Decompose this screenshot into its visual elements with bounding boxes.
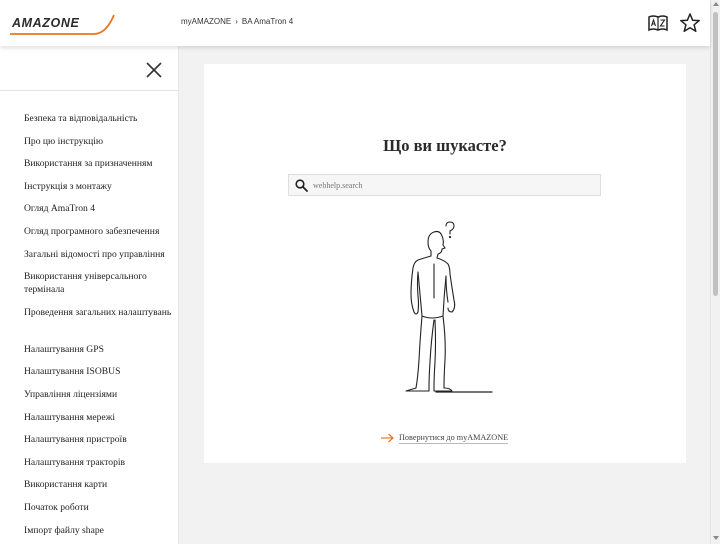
sidebar-item-start-work[interactable]: Початок роботи — [24, 501, 176, 524]
sidebar-item-isobus-settings[interactable]: Налаштування ISOBUS — [24, 365, 176, 388]
sidebar-item-safety[interactable]: Безпека та відповідальність — [24, 112, 176, 135]
back-link-text[interactable]: Повернутися до myAMAZONE — [399, 433, 509, 444]
logo-swoosh-icon — [10, 14, 115, 35]
sidebar-item-tractor-settings[interactable]: Налаштування тракторів — [24, 456, 176, 479]
sidebar-item-about-manual[interactable]: Про цю інструкцію — [24, 135, 176, 158]
top-header: AMAZONE myAMAZONE › BA AmaTron 4 — [0, 0, 710, 46]
close-icon[interactable] — [144, 60, 164, 80]
search-input[interactable] — [313, 177, 595, 194]
search-box[interactable] — [288, 174, 601, 196]
page-scrollbar[interactable] — [710, 0, 720, 544]
sidebar: Безпека та відповідальність Про цю інстр… — [0, 46, 179, 544]
arrow-right-icon — [381, 433, 394, 443]
sidebar-item-general-settings[interactable]: Проведення загальних налаштувань — [24, 306, 176, 342]
sidebar-item-overview-amatron[interactable]: Огляд AmaTron 4 — [24, 202, 176, 225]
sidebar-item-general-operation[interactable]: Загальні відомості про управління — [24, 248, 176, 271]
sidebar-item-using-map[interactable]: Використання карти — [24, 478, 176, 501]
az-dictionary-icon[interactable] — [647, 12, 669, 34]
breadcrumb-separator: › — [235, 17, 238, 26]
sidebar-item-import-shape[interactable]: Імпорт файлу shape — [24, 524, 176, 544]
sidebar-item-licenses[interactable]: Управління ліцензіями — [24, 388, 176, 411]
scroll-down-arrow-icon[interactable] — [713, 536, 719, 540]
sidebar-nav: Безпека та відповідальність Про цю інстр… — [24, 112, 176, 544]
sidebar-item-mounting[interactable]: Інструкція з монтажу — [24, 180, 176, 203]
sidebar-item-device-settings[interactable]: Налаштування пристроїв — [24, 433, 176, 456]
page-title: Що ви шукасте? — [383, 136, 507, 155]
star-icon[interactable] — [679, 12, 701, 34]
search-icon — [295, 179, 308, 192]
breadcrumb-myamazone[interactable]: myAMAZONE — [181, 17, 231, 26]
person-question-illustration — [405, 221, 493, 393]
amazone-logo[interactable]: AMAZONE — [10, 12, 116, 38]
sidebar-item-intended-use[interactable]: Використання за призначенням — [24, 157, 176, 180]
scroll-up-arrow-icon[interactable] — [713, 2, 719, 6]
sidebar-item-network-settings[interactable]: Налаштування мережі — [24, 411, 176, 434]
sidebar-divider — [0, 90, 179, 91]
breadcrumb: myAMAZONE › BA AmaTron 4 — [181, 17, 293, 26]
breadcrumb-ba-amatron[interactable]: BA AmaTron 4 — [242, 17, 293, 26]
sidebar-item-universal-terminal[interactable]: Використання універсального термінала — [24, 270, 176, 306]
sidebar-item-software-overview[interactable]: Огляд програмного забезпечення — [24, 225, 176, 248]
scroll-thumb[interactable] — [713, 12, 718, 296]
sidebar-item-gps-settings[interactable]: Налаштування GPS — [24, 343, 176, 366]
search-card: Що ви шукасте? webhelp.search Повернутис… — [204, 64, 686, 463]
